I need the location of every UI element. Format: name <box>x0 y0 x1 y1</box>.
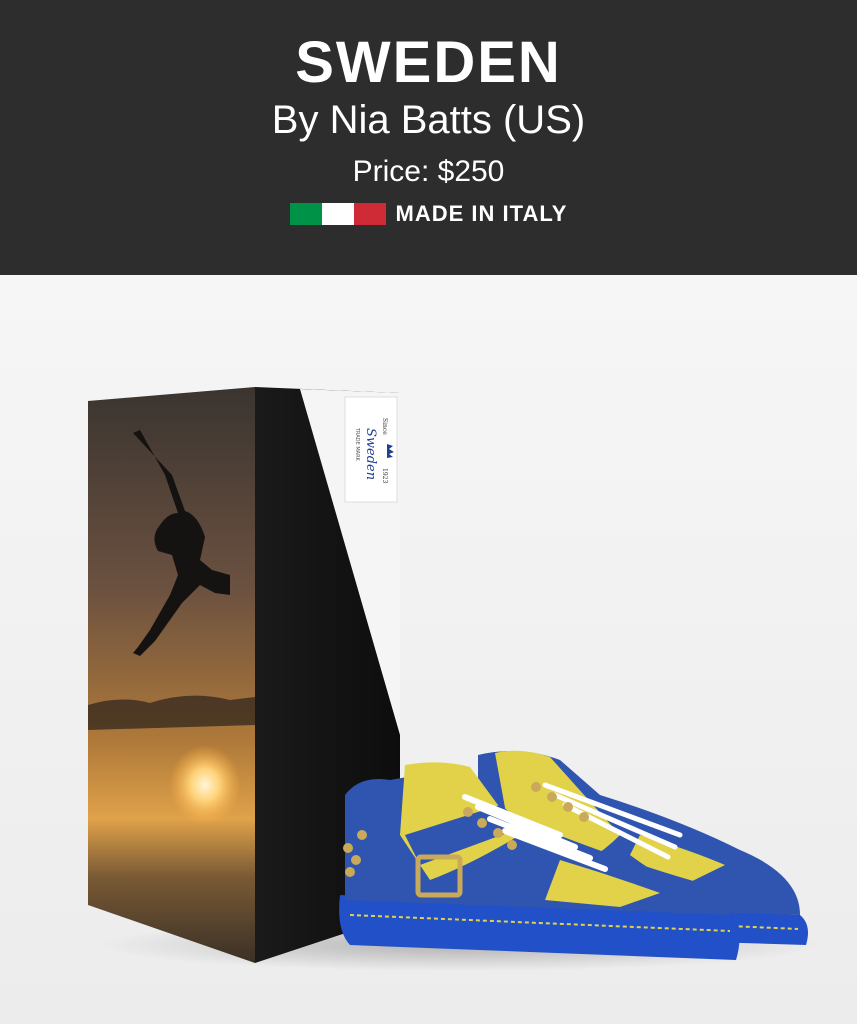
horizon-treeline <box>88 695 255 730</box>
flag-white-stripe <box>321 203 354 225</box>
stud <box>507 840 517 850</box>
stud <box>547 792 557 802</box>
flag-green-stripe <box>289 203 322 225</box>
product-illustration: Since 1923 Sweden TRADE MARK <box>88 387 820 971</box>
box-label-brand: Sweden <box>363 428 378 480</box>
stud <box>563 802 573 812</box>
product-title: SWEDEN <box>295 30 562 95</box>
stud <box>343 843 353 853</box>
box-label-year: 1923 <box>381 468 388 483</box>
stud <box>351 855 361 865</box>
stud <box>345 867 355 877</box>
product-header: SWEDEN By Nia Batts (US) Price: $250 MAD… <box>0 0 857 275</box>
italy-flag-icon <box>289 203 386 225</box>
flag-red-stripe <box>353 203 386 225</box>
box-side-panel <box>88 387 255 963</box>
product-image: Since 1923 Sweden TRADE MARK <box>0 275 857 1024</box>
stud <box>357 830 367 840</box>
designer-byline: By Nia Batts (US) <box>271 98 586 142</box>
sunset-sun <box>169 745 241 825</box>
product-price: Price: $250 <box>352 155 505 188</box>
box-label-trademark: TRADE MARK <box>354 427 360 462</box>
stud <box>579 812 589 822</box>
stud <box>531 782 541 792</box>
stud <box>493 828 503 838</box>
stud <box>477 818 487 828</box>
made-in-label: MADE IN ITALY <box>395 201 568 226</box>
box-label-since: Since <box>381 418 388 435</box>
made-in-italy-badge: MADE IN ITALY <box>0 200 857 228</box>
stud <box>463 807 473 817</box>
